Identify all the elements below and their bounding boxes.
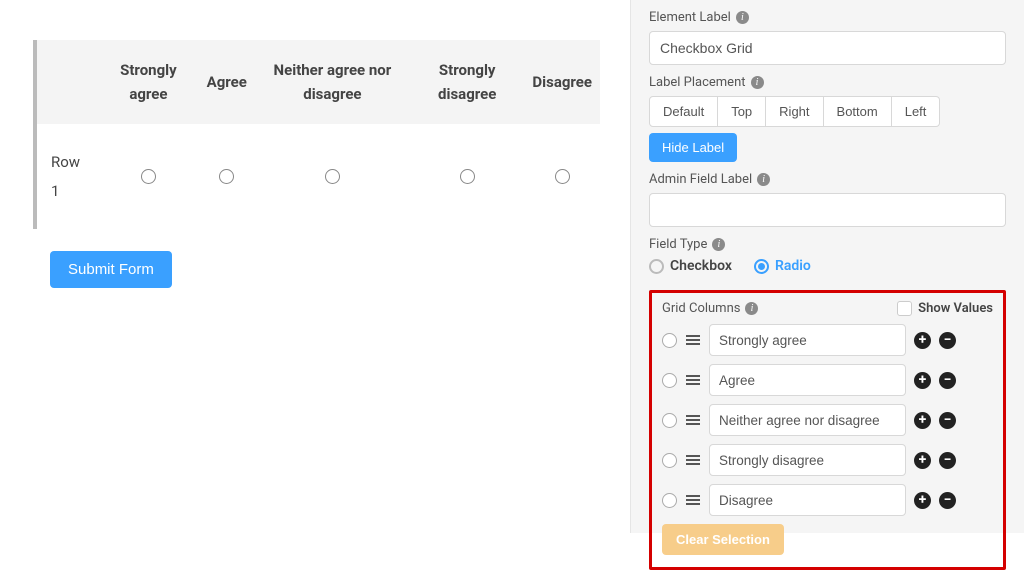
grid-columns-title: Grid Columns [662,301,740,316]
column-input[interactable] [709,444,906,476]
drag-handle-icon[interactable] [685,335,701,345]
show-values-toggle[interactable]: Show Values [897,301,993,316]
radio-option[interactable] [219,169,234,184]
field-type-checkbox[interactable]: Checkbox [649,258,732,274]
form-preview-pane: Strongly agree Agree Neither agree nor d… [0,0,630,533]
info-icon[interactable]: i [736,11,749,24]
default-radio[interactable] [662,453,677,468]
drag-handle-icon[interactable] [685,455,701,465]
grid-col-header: Strongly agree [98,40,198,124]
checkbox-grid-card: Strongly agree Agree Neither agree nor d… [33,40,600,229]
remove-column-button[interactable]: − [939,332,956,349]
column-row: + − [662,484,993,516]
element-label-input[interactable] [649,31,1006,65]
submit-button[interactable]: Submit Form [50,251,172,288]
radio-option[interactable] [555,169,570,184]
grid-col-header: Neither agree nor disagree [255,40,410,124]
column-row: + − [662,324,993,356]
add-column-button[interactable]: + [914,332,931,349]
column-row: + − [662,404,993,436]
grid-col-header: Agree [199,40,255,124]
default-radio[interactable] [662,413,677,428]
column-input[interactable] [709,404,906,436]
checkbox-icon [897,301,912,316]
radio-option[interactable] [325,169,340,184]
info-icon[interactable]: i [751,76,764,89]
placement-left[interactable]: Left [892,96,941,127]
admin-label-input[interactable] [649,193,1006,227]
drag-handle-icon[interactable] [685,495,701,505]
admin-label-title: Admin Field Label [649,172,752,187]
remove-column-button[interactable]: − [939,372,956,389]
info-icon[interactable]: i [712,238,725,251]
default-radio[interactable] [662,493,677,508]
field-type-radio[interactable]: Radio [754,258,811,274]
settings-panel: Element Label i Label Placement i Defaul… [630,0,1024,533]
info-icon[interactable]: i [757,173,770,186]
add-column-button[interactable]: + [914,372,931,389]
add-column-button[interactable]: + [914,412,931,429]
placement-top[interactable]: Top [718,96,766,127]
default-radio[interactable] [662,373,677,388]
placement-default[interactable]: Default [649,96,718,127]
add-column-button[interactable]: + [914,492,931,509]
placement-segment: Default Top Right Bottom Left [649,96,1006,127]
column-input[interactable] [709,324,906,356]
label-placement-title: Label Placement [649,75,746,90]
remove-column-button[interactable]: − [939,412,956,429]
element-label-title: Element Label [649,10,731,25]
default-radio[interactable] [662,333,677,348]
grid-columns-section: Grid Columns i Show Values + − + − [649,290,1006,570]
column-row: + − [662,444,993,476]
drag-handle-icon[interactable] [685,415,701,425]
remove-column-button[interactable]: − [939,492,956,509]
grid-col-header: Strongly disagree [410,40,524,124]
clear-selection-button[interactable]: Clear Selection [662,524,784,555]
remove-column-button[interactable]: − [939,452,956,469]
column-row: + − [662,364,993,396]
column-input[interactable] [709,364,906,396]
placement-right[interactable]: Right [766,96,823,127]
row-label: Row 1 [37,124,98,229]
table-row: Row 1 [37,124,600,229]
hide-label-button[interactable]: Hide Label [649,133,737,162]
column-input[interactable] [709,484,906,516]
info-icon[interactable]: i [745,302,758,315]
radio-option[interactable] [460,169,475,184]
grid-col-header: Disagree [524,40,600,124]
field-type-title: Field Type [649,237,707,252]
grid-table: Strongly agree Agree Neither agree nor d… [37,40,600,229]
add-column-button[interactable]: + [914,452,931,469]
radio-option[interactable] [141,169,156,184]
placement-bottom[interactable]: Bottom [824,96,892,127]
drag-handle-icon[interactable] [685,375,701,385]
